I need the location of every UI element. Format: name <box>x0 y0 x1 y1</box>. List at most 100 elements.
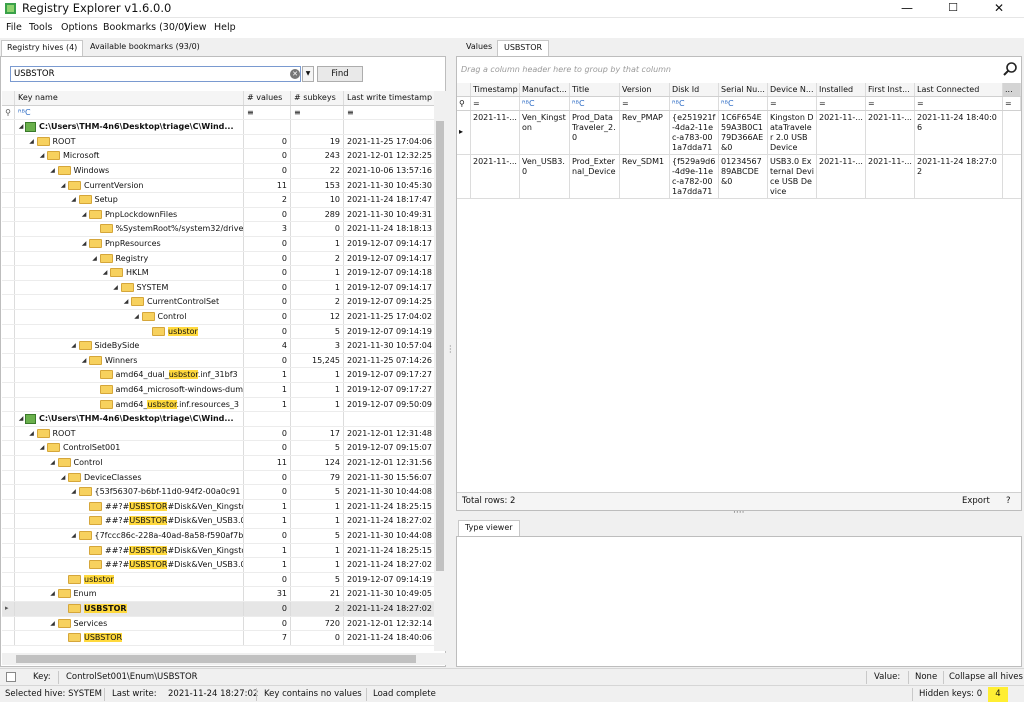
expand-toggle-icon[interactable]: ◢ <box>70 485 78 499</box>
tree-row[interactable]: amd64_microsoft-windows-dum 1 1 2019-12-07 … <box>2 383 434 398</box>
expand-toggle-icon[interactable]: ◢ <box>49 456 57 470</box>
menu-file[interactable]: File <box>6 21 22 35</box>
col-timestamp[interactable]: Timestamp <box>471 83 520 96</box>
tree-row[interactable]: ◢ Registry 0 2 2019-12-07 09:14:17 <box>2 251 434 267</box>
expand-toggle-icon[interactable]: ◢ <box>17 412 25 426</box>
tree-horizontal-scrollbar[interactable] <box>2 653 446 665</box>
collapse-all-hives-button[interactable]: Collapse all hives <box>949 669 1023 685</box>
tree-row[interactable]: ◢ Control 11 124 2021-12-01 12:31:56 <box>2 456 434 471</box>
tree-row[interactable]: ◢ ROOT 0 17 2021-12-01 12:31:48 <box>2 426 434 442</box>
expand-toggle-icon[interactable]: ◢ <box>80 354 88 368</box>
expand-toggle-icon[interactable]: ◢ <box>70 339 78 353</box>
tree-row[interactable]: ◢ Windows 0 22 2021-10-06 13:57:16 <box>2 164 434 179</box>
tab-values[interactable]: Values <box>460 40 498 56</box>
tree-row[interactable]: ◢ DeviceClasses 0 79 2021-11-30 15:56:07 <box>2 470 434 486</box>
pane-splitter[interactable]: · · · <box>449 343 453 357</box>
search-icon[interactable] <box>1002 61 1018 77</box>
col-more[interactable]: ... <box>1003 83 1021 96</box>
grid-filter-cell[interactable]: ᴿᴮC <box>570 97 620 110</box>
tree-row[interactable]: ◢ PnpResources 0 1 2019-12-07 09:14:17 <box>2 237 434 252</box>
expand-toggle-icon[interactable]: ◢ <box>49 617 57 631</box>
expand-toggle-icon[interactable]: ◢ <box>49 587 57 601</box>
tree-row[interactable]: %SystemRoot%/system32/drive 3 0 2021-11-24 … <box>2 222 434 237</box>
col-version[interactable]: Version <box>620 83 670 96</box>
grid-filter-cell[interactable]: = <box>866 97 915 110</box>
expand-toggle-icon[interactable]: ◢ <box>59 179 67 193</box>
tree-row[interactable]: ##?#USBSTOR#Disk&Ven_Kingsto 1 1 2021-11-24… <box>2 499 434 515</box>
col-values[interactable]: # values <box>244 91 291 105</box>
tree-row[interactable]: ◢ Setup 2 10 2021-11-24 18:17:47 <box>2 193 434 208</box>
expand-toggle-icon[interactable]: ◢ <box>17 120 25 134</box>
tree-row[interactable]: ◢ CurrentControlSet 0 2 2019-12-07 09:14:25 <box>2 295 434 310</box>
tree-row[interactable]: ◢ ROOT 0 19 2021-11-25 17:04:06 <box>2 134 434 150</box>
tree-row[interactable]: amd64_dual_usbstor.inf_31bf3 1 1 2019-12-07… <box>2 368 434 383</box>
expand-toggle-icon[interactable]: ◢ <box>101 266 109 280</box>
scrollbar-thumb[interactable] <box>16 655 416 663</box>
menu-bookmarks[interactable]: Bookmarks (30/0) <box>103 21 188 35</box>
filter-subkeys[interactable]: ≡ <box>291 105 344 120</box>
col-installed[interactable]: Installed <box>817 83 866 96</box>
grid-filter-cell[interactable]: ᴿᴮC <box>520 97 570 110</box>
grid-filter-cell[interactable]: ᴿᴮC <box>719 97 768 110</box>
tree-vertical-scrollbar[interactable] <box>434 91 446 651</box>
tree-row[interactable]: usbstor 0 5 2019-12-07 09:14:19 <box>2 324 434 340</box>
find-button[interactable]: Find <box>317 66 363 82</box>
expand-toggle-icon[interactable]: ◢ <box>49 164 57 178</box>
tree-row[interactable]: ◢ ControlSet001 0 5 2019-12-07 09:15:07 <box>2 441 434 456</box>
search-history-dropdown[interactable]: ▼ <box>302 66 314 82</box>
tree-row[interactable]: ◢ Enum 31 21 2021-11-30 10:49:05 <box>2 587 434 602</box>
col-manufacturer[interactable]: Manufact... <box>520 83 570 96</box>
tree-row[interactable]: USBSTOR 7 0 2021-11-24 18:40:06 <box>2 631 434 646</box>
grid-filter-cell[interactable]: = <box>768 97 817 110</box>
tree-row[interactable]: ◢ Control 0 12 2021-11-25 17:04:02 <box>2 310 434 325</box>
usbstor-row[interactable]: 2021-11-... Ven_USB3.0 Prod_External_Devic… <box>457 155 1021 199</box>
expand-toggle-icon[interactable]: ◢ <box>133 310 141 324</box>
filter-key-name[interactable]: ᴿᴮC <box>15 105 244 120</box>
tree-row[interactable]: ##?#USBSTOR#Disk&Ven_Kingsto 1 1 2021-11-24… <box>2 543 434 559</box>
maximize-button[interactable]: ☐ <box>930 0 976 18</box>
clear-search-icon[interactable]: ✕ <box>290 69 300 79</box>
search-input[interactable] <box>10 66 301 82</box>
expand-toggle-icon[interactable]: ◢ <box>70 529 78 543</box>
menu-view[interactable]: View <box>184 21 207 35</box>
tree-row[interactable]: ◢ Services 0 720 2021-12-01 12:32:14 <box>2 616 434 632</box>
grid-filter-cell[interactable]: = <box>471 97 520 110</box>
col-subkeys[interactable]: # subkeys <box>291 91 344 105</box>
tree-row[interactable]: ◢ Winners 0 15,245 2021-11-25 07:14:26 <box>2 353 434 369</box>
menu-tools[interactable]: Tools <box>29 21 52 35</box>
help-button[interactable]: ? <box>1006 493 1011 510</box>
grid-filter-cell[interactable]: ᴿᴮC <box>670 97 719 110</box>
grid-filter-cell[interactable]: = <box>817 97 866 110</box>
col-device-name[interactable]: Device N... <box>768 83 817 96</box>
tree-row[interactable]: ▸ USBSTOR 0 2 2021-11-24 18:27:02 <box>2 602 434 617</box>
tab-type-viewer[interactable]: Type viewer <box>458 520 520 536</box>
grid-filter-cell[interactable]: = <box>1003 97 1021 110</box>
tree-row[interactable]: ◢ SYSTEM 0 1 2019-12-07 09:14:17 <box>2 280 434 296</box>
tree-row[interactable]: amd64_usbstor.inf.resources_3 1 1 2019-12-0… <box>2 397 434 413</box>
col-last-write[interactable]: Last write timestamp <box>344 91 434 105</box>
tree-row[interactable]: ◢ SideBySide 4 3 2021-11-30 10:57:04 <box>2 339 434 354</box>
tree-row[interactable]: ##?#USBSTOR#Disk&Ven_USB3.0 1 1 2021-11-24 … <box>2 514 434 529</box>
usbstor-row[interactable]: ▸ 2021-11-... Ven_Kingston Prod_DataTravele… <box>457 111 1021 155</box>
key-checkbox[interactable] <box>6 672 16 682</box>
tree-row[interactable]: ◢ C:\Users\THM-4n6\Desktop\triage\C\Wind.… <box>2 412 434 427</box>
tree-row[interactable]: ◢ C:\Users\THM-4n6\Desktop\triage\C\Wind.… <box>2 120 434 135</box>
close-button[interactable]: ✕ <box>976 0 1022 18</box>
tab-available-bookmarks[interactable]: Available bookmarks (93/0) <box>85 40 205 56</box>
tree-row[interactable]: ##?#USBSTOR#Disk&Ven_USB3.0 1 1 2021-11-24 … <box>2 558 434 573</box>
expand-toggle-icon[interactable]: ◢ <box>38 149 46 163</box>
expand-toggle-icon[interactable]: ◢ <box>80 208 88 222</box>
tree-row[interactable]: ◢ {7fccc86c-228a-40ad-8a58-f590af7b 0 5 2021… <box>2 529 434 544</box>
grid-filter-cell[interactable]: = <box>620 97 670 110</box>
tree-row[interactable]: ◢ HKLM 0 1 2019-12-07 09:14:18 <box>2 266 434 281</box>
export-button[interactable]: Export <box>962 493 990 510</box>
expand-toggle-icon[interactable]: ◢ <box>59 471 67 485</box>
col-first-installed[interactable]: First Inst... <box>866 83 915 96</box>
minimize-button[interactable]: — <box>884 0 930 18</box>
filter-values[interactable]: ≡ <box>244 105 291 120</box>
expand-toggle-icon[interactable]: ◢ <box>28 427 36 441</box>
filter-timestamp[interactable]: ≡ <box>344 106 434 120</box>
expand-toggle-icon[interactable]: ◢ <box>28 135 36 149</box>
col-title[interactable]: Title <box>570 83 620 96</box>
expand-toggle-icon[interactable]: ◢ <box>80 237 88 251</box>
